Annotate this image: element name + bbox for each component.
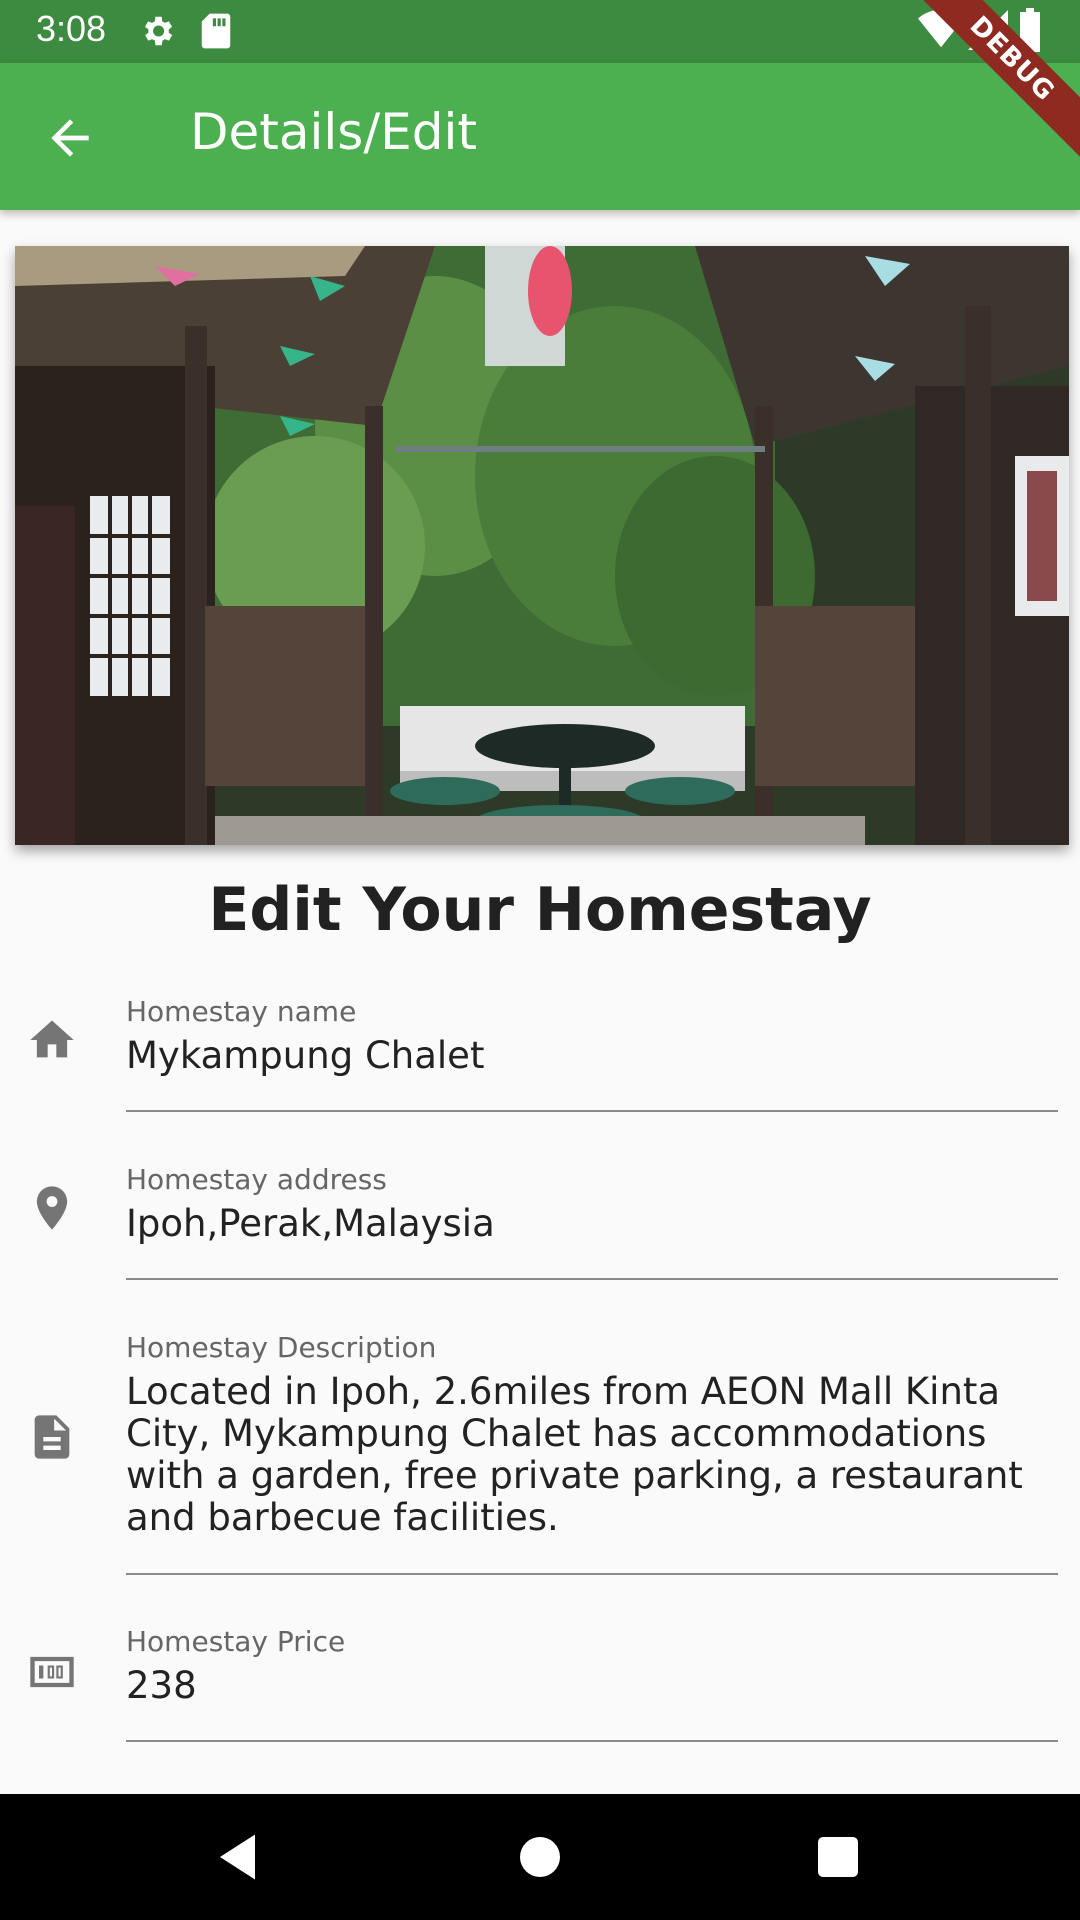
homestay-price-label: Homestay Price bbox=[126, 1625, 346, 1658]
status-bar: 3:08 bbox=[0, 0, 1080, 63]
settings-icon bbox=[144, 16, 173, 46]
sd-card-icon bbox=[201, 13, 231, 49]
homestay-name-underline bbox=[126, 1110, 1058, 1112]
homestay-photo-image bbox=[15, 246, 1069, 845]
homestay-price-field[interactable]: Homestay Price 238 bbox=[0, 1620, 1080, 1750]
homestay-name-label: Homestay name bbox=[126, 995, 357, 1028]
app-bar: Details/Edit bbox=[0, 63, 1080, 210]
homestay-name-input[interactable]: Mykampung Chalet bbox=[126, 1035, 1056, 1077]
system-nav-bar bbox=[0, 1794, 1080, 1920]
page-title: Details/Edit bbox=[190, 103, 478, 161]
homestay-name-field[interactable]: Homestay name Mykampung Chalet bbox=[0, 990, 1080, 1120]
back-button[interactable] bbox=[42, 110, 98, 166]
homestay-photo[interactable] bbox=[15, 246, 1069, 845]
wifi-icon bbox=[918, 10, 964, 48]
homestay-description-input[interactable]: Located in Ipoh, 2.6miles from AEON Mall… bbox=[126, 1371, 1056, 1539]
description-icon bbox=[34, 1415, 70, 1459]
homestay-address-field[interactable]: Homestay address Ipoh,Perak,Malaysia bbox=[0, 1158, 1080, 1288]
homestay-description-label: Homestay Description bbox=[126, 1331, 437, 1364]
home-circle-icon[interactable] bbox=[510, 1827, 570, 1887]
status-time: 3:08 bbox=[36, 8, 107, 49]
homestay-address-label: Homestay address bbox=[126, 1163, 387, 1196]
home-icon bbox=[30, 1020, 74, 1058]
location-pin-icon bbox=[36, 1186, 68, 1230]
homestay-description-field[interactable]: Homestay Description Located in Ipoh, 2.… bbox=[0, 1326, 1080, 1576]
back-triangle-icon[interactable] bbox=[210, 1827, 270, 1887]
homestay-address-input[interactable]: Ipoh,Perak,Malaysia bbox=[126, 1203, 1056, 1245]
recents-square-icon[interactable] bbox=[808, 1827, 868, 1887]
signal-icon bbox=[968, 10, 1008, 50]
homestay-price-input[interactable]: 238 bbox=[126, 1665, 1056, 1707]
money-icon bbox=[30, 1656, 74, 1688]
battery-icon bbox=[1020, 8, 1040, 52]
homestay-price-underline bbox=[126, 1740, 1058, 1742]
arrow-back-icon bbox=[51, 119, 89, 157]
form-heading: Edit Your Homestay bbox=[208, 875, 872, 945]
homestay-address-underline bbox=[126, 1278, 1058, 1280]
homestay-description-underline bbox=[126, 1573, 1058, 1575]
